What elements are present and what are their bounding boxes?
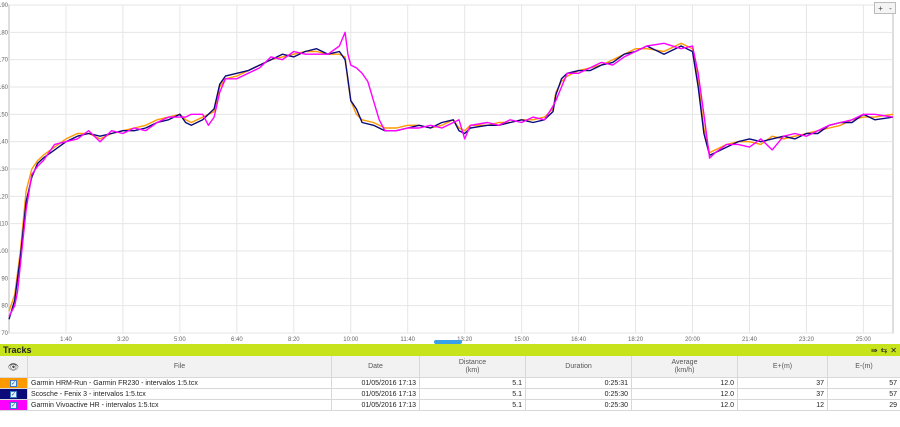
file-column-header[interactable]: File: [28, 356, 332, 377]
y-tick-label: 80: [1, 304, 8, 310]
elevation-loss-label: E-(m): [855, 362, 873, 370]
float-icon[interactable]: ⇆: [881, 346, 888, 355]
tracks-table-header: 👁 File Date Distance (km) Duration Averag…: [0, 356, 900, 378]
tracks-table-body: ✓ Garmin HRM-Run - Garmin FR230 - interva…: [0, 378, 900, 411]
track-color-swatch: ✓: [0, 400, 27, 410]
track-eminus-cell: 57: [889, 379, 897, 387]
track-file-cell: Garmin Vivoactive HR - intervalos 1:5.tc…: [28, 400, 332, 410]
tracks-panel-title: Tracks: [3, 345, 32, 355]
y-tick-label: 100: [0, 249, 9, 255]
heart-rate-chart: 70 80 90 100 110 120 130 140 150 160 170 180 190 1:40…: [0, 3, 894, 343]
x-tick-label: 16:40: [571, 337, 587, 343]
track-color-swatch: ✓: [0, 378, 27, 388]
x-tick-label: 11:40: [400, 337, 415, 343]
file-column-label: File: [173, 362, 186, 370]
track-date-cell: 01/05/2016 17:13: [332, 389, 420, 399]
track-row[interactable]: ✓ Garmin HRM-Run - Garmin FR230 - interva…: [0, 378, 900, 389]
x-tick-label: 20:00: [685, 337, 701, 343]
elevation-loss-column-header[interactable]: E-(m): [828, 356, 900, 377]
track-average-cell: 12.0: [632, 378, 738, 388]
expand-icon[interactable]: ⇛: [871, 346, 878, 355]
x-tick-label: 5:00: [174, 337, 186, 343]
track-visible-checkbox[interactable]: ✓: [10, 379, 17, 387]
track-visibility-cell: ✓: [0, 400, 28, 410]
average-column-label: Average: [671, 358, 698, 366]
track-duration-cell: 0:25:31: [526, 378, 632, 388]
x-tick-label: 6:40: [231, 337, 243, 343]
track-row[interactable]: ✓ Garmin Vivoactive HR - intervalos 1:5.t…: [0, 400, 900, 411]
track-eplus-cell: 37: [738, 389, 828, 399]
zoom-controls: + -: [874, 2, 896, 14]
distance-unit-label: (km): [465, 366, 480, 374]
track-date-cell: 01/05/2016 17:13: [332, 400, 420, 410]
y-tick-label: 130: [0, 167, 9, 173]
tracks-panel-header: Tracks ⇛ ⇆ ✕: [0, 344, 900, 356]
track-date-cell: 01/05/2016 17:13: [332, 378, 420, 388]
tracks-panel: Tracks ⇛ ⇆ ✕ 👁 File Date Distance (km) Du…: [0, 344, 900, 427]
x-tick-label: 21:40: [742, 337, 758, 343]
eye-icon: 👁: [7, 361, 20, 372]
duration-column-header[interactable]: Duration: [526, 356, 632, 377]
x-tick-label: 1:40: [60, 337, 72, 343]
elevation-gain-label: E+(m): [772, 362, 793, 370]
y-tick-label: 190: [0, 3, 9, 9]
track-file-cell: Scosche - Fenix 3 - intervalos 1:5.tcx: [28, 389, 332, 399]
track-visibility-cell: ✓: [0, 378, 28, 388]
y-tick-label: 180: [0, 30, 9, 36]
track-distance-cell: 5.1: [420, 400, 526, 410]
date-column-label: Date: [368, 362, 383, 370]
y-tick-label: 160: [0, 85, 9, 91]
track-color-swatch: ✓: [0, 389, 27, 399]
y-tick-label: 90: [1, 276, 8, 282]
track-visible-checkbox[interactable]: ✓: [10, 401, 17, 409]
y-tick-label: 70: [1, 331, 8, 337]
track-distance-cell: 5.1: [420, 378, 526, 388]
track-average-cell: 12.0: [632, 400, 738, 410]
x-tick-label: 8:20: [288, 337, 300, 343]
average-unit-label: (km/h): [674, 366, 695, 374]
track-duration-cell: 0:25:30: [526, 400, 632, 410]
track-row[interactable]: ✓ Scosche - Fenix 3 - intervalos 1:5.tcx 0…: [0, 389, 900, 400]
x-tick-label: 3:20: [117, 337, 129, 343]
y-tick-label: 150: [0, 112, 9, 118]
duration-column-label: Duration: [565, 362, 592, 370]
visibility-column-header[interactable]: 👁: [0, 356, 28, 377]
x-tick-label: 15:00: [514, 337, 530, 343]
x-tick-label: 10:00: [343, 337, 359, 343]
tracks-table: 👁 File Date Distance (km) Duration Averag…: [0, 356, 900, 411]
track-average-cell: 12.0: [632, 389, 738, 399]
zoom-in-button[interactable]: +: [878, 4, 883, 13]
y-tick-label: 140: [0, 140, 9, 146]
distance-column-label: Distance: [458, 358, 487, 366]
track-eplus-cell: 37: [738, 378, 828, 388]
track-distance-cell: 5.1: [420, 389, 526, 399]
track-file-cell: Garmin HRM-Run - Garmin FR230 - interval…: [28, 378, 332, 388]
y-tick-label: 170: [0, 58, 9, 64]
hr-chart-area[interactable]: 70 80 90 100 110 120 130 140 150 160 170 180 190 1:40…: [0, 0, 900, 344]
x-tick-label: 23:20: [799, 337, 815, 343]
track-eminus-cell: 29: [889, 401, 897, 409]
close-icon[interactable]: ✕: [890, 346, 897, 355]
date-column-header[interactable]: Date: [332, 356, 420, 377]
panel-controls: ⇛ ⇆ ✕: [871, 346, 897, 355]
average-column-header[interactable]: Average (km/h): [632, 356, 738, 377]
track-eminus-cell: 57: [889, 390, 897, 398]
y-tick-label: 110: [0, 222, 9, 228]
x-tick-label: 25:00: [856, 337, 872, 343]
track-duration-cell: 0:25:30: [526, 389, 632, 399]
track-visibility-cell: ✓: [0, 389, 28, 399]
y-tick-label: 120: [0, 194, 9, 200]
track-eplus-cell: 12: [738, 400, 828, 410]
zoom-out-button[interactable]: -: [889, 4, 892, 13]
elevation-gain-column-header[interactable]: E+(m): [738, 356, 828, 377]
x-tick-label: 18:20: [628, 337, 644, 343]
distance-column-header[interactable]: Distance (km): [420, 356, 526, 377]
track-visible-checkbox[interactable]: ✓: [10, 390, 17, 398]
